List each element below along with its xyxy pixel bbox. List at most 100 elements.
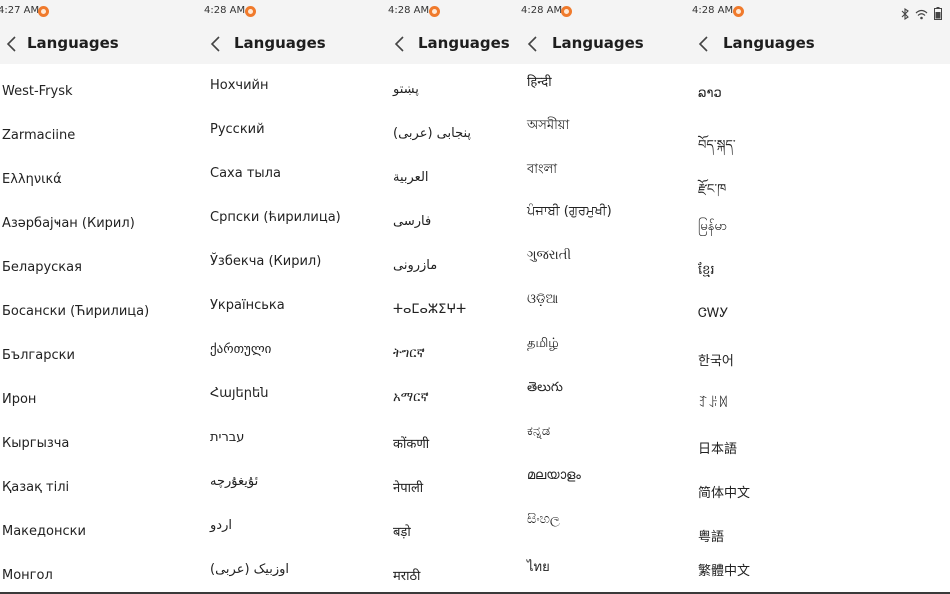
status-bar: 4:28 AM (517, 0, 688, 24)
list-item[interactable]: 한국어 (688, 338, 950, 382)
list-item[interactable]: فارسی (386, 202, 517, 246)
list-item[interactable]: Кыргызча (0, 424, 202, 468)
list-item[interactable]: हिन्दी (517, 60, 688, 104)
page-title: Languages (234, 34, 326, 52)
list-item[interactable]: Азәрбајҹан (Кирил) (0, 204, 202, 248)
language-label: مازرونی (393, 258, 438, 273)
list-item[interactable]: 日本語 (688, 426, 950, 470)
status-bar: 4:28 AM (688, 0, 950, 24)
list-item[interactable]: Српски (ћирилица) (202, 198, 386, 242)
list-item[interactable]: नेपाली (386, 466, 517, 510)
list-item[interactable]: አማርኛ (386, 378, 517, 422)
list-item[interactable]: Босански (Ћирилица) (0, 292, 202, 336)
list-item[interactable]: རྫོང་ཁ (688, 162, 950, 206)
language-label: हिन्दी (527, 75, 552, 90)
list-item[interactable]: සිංහල (517, 500, 688, 544)
notification-dot-icon (38, 6, 49, 17)
list-item[interactable]: தமிழ் (517, 324, 688, 368)
list-item[interactable]: മലയാളം (517, 456, 688, 500)
list-item[interactable]: 简体中文 (688, 470, 950, 514)
list-item[interactable]: Ирон (0, 380, 202, 424)
list-item[interactable]: עברית (202, 418, 386, 462)
battery-icon (934, 5, 942, 24)
list-item[interactable]: پنجابی (عربی) (386, 114, 517, 158)
list-item[interactable]: Монгол (0, 556, 202, 594)
language-label: ಕನ್ನಡ (527, 424, 551, 439)
chevron-left-icon[interactable] (206, 33, 228, 55)
screenshot-panel-1: 4:27 AM Languages West-Frysk Zarmaciine … (0, 0, 202, 594)
language-label: Русский (210, 122, 265, 137)
list-item[interactable]: ગુજરાતી (517, 236, 688, 280)
app-bar: Languages (202, 24, 386, 64)
language-label: Ирон (2, 392, 37, 407)
status-time: 4:27 AM (0, 5, 40, 16)
language-label: ລາວ (698, 86, 722, 101)
page-title: Languages (418, 34, 510, 52)
language-label: Азәрбајҹан (Кирил) (2, 216, 135, 231)
chevron-left-icon[interactable] (523, 33, 545, 55)
list-item[interactable]: ไทย (517, 544, 688, 588)
list-item[interactable]: ⵜⴰⵎⴰⵣⵉⵖⵜ (386, 290, 517, 334)
page-title: Languages (27, 34, 119, 52)
language-label: बड़ो (393, 525, 411, 540)
list-item[interactable]: བོད་སྐད་ (688, 118, 950, 162)
list-item[interactable]: Zarmaciine (0, 116, 202, 160)
language-label: Нохчийн (210, 78, 269, 93)
list-item[interactable]: తెలుగు (517, 368, 688, 412)
list-item[interactable]: मराठी (386, 554, 517, 594)
list-item[interactable]: Ελληνικά (0, 160, 202, 204)
language-label: Български (2, 348, 75, 363)
list-item[interactable]: اردو (202, 506, 386, 550)
list-item[interactable]: ᏣᎳᎩ (688, 294, 950, 338)
list-item[interactable]: বাংলা (517, 148, 688, 192)
list-item[interactable]: Саха тыла (202, 154, 386, 198)
list-item[interactable]: Русский (202, 110, 386, 154)
list-item[interactable]: ಕನ್ನಡ (517, 412, 688, 456)
list-item[interactable]: Ўзбекча (Кирил) (202, 242, 386, 286)
list-item[interactable]: پښتو (386, 70, 517, 114)
chevron-left-icon[interactable] (2, 33, 24, 55)
list-item[interactable]: Македонски (0, 512, 202, 556)
list-item[interactable]: ລາວ (688, 74, 950, 118)
language-label: ਪੰਜਾਬੀ (ਗੁਰਮੁਖੀ) (527, 204, 612, 219)
language-label: Zarmaciine (2, 128, 76, 143)
list-item[interactable]: Қазақ тілі (0, 468, 202, 512)
list-item[interactable]: مازرونی (386, 246, 517, 290)
list-item[interactable]: Нохчийн (202, 66, 386, 110)
chevron-left-icon[interactable] (694, 33, 716, 55)
list-item[interactable]: অসমীয়া (517, 104, 688, 148)
bluetooth-icon (901, 5, 909, 24)
language-label: አማርኛ (393, 390, 429, 405)
list-item[interactable]: ئۇيغۇرچە (202, 462, 386, 506)
language-label: Босански (Ћирилица) (2, 304, 150, 319)
list-item[interactable]: ꆈꌠꉙ (688, 382, 950, 426)
language-label: Қазақ тілі (2, 480, 70, 495)
language-label: मराठी (393, 569, 421, 584)
list-item[interactable]: ትግርኛ (386, 334, 517, 378)
list-item[interactable]: 繁體中文 (688, 548, 950, 592)
language-label: West-Frysk (2, 84, 73, 99)
language-label: Українська (210, 298, 285, 313)
list-item[interactable]: ଓଡ଼ିଆ (517, 280, 688, 324)
chevron-left-icon[interactable] (390, 33, 412, 55)
app-bar: Languages (0, 24, 202, 64)
list-item[interactable]: ខ្មែរ (688, 250, 950, 294)
list-item[interactable]: မြန်မာ (688, 206, 950, 250)
list-item[interactable]: Български (0, 336, 202, 380)
list-item[interactable]: Українська (202, 286, 386, 330)
list-item[interactable]: ქართული (202, 330, 386, 374)
language-label: தமிழ் (527, 336, 559, 351)
list-item[interactable]: اوزبیک (عربی) (202, 550, 386, 594)
language-label: ⵜⴰⵎⴰⵣⵉⵖⵜ (393, 302, 467, 317)
list-item[interactable]: West-Frysk (0, 72, 202, 116)
list-item[interactable]: ਪੰਜਾਬੀ (ਗੁਰਮੁਖੀ) (517, 192, 688, 236)
list-item[interactable]: العربية (386, 158, 517, 202)
list-item[interactable]: Հայերեն (202, 374, 386, 418)
page-title: Languages (552, 34, 644, 52)
list-item[interactable]: कोंकणी (386, 422, 517, 466)
list-item[interactable]: बड़ो (386, 510, 517, 554)
language-label: Ўзбекча (Кирил) (210, 254, 322, 269)
language-label: Кыргызча (2, 436, 70, 451)
status-bar: 4:28 AM (386, 0, 517, 24)
list-item[interactable]: Беларуская (0, 248, 202, 292)
